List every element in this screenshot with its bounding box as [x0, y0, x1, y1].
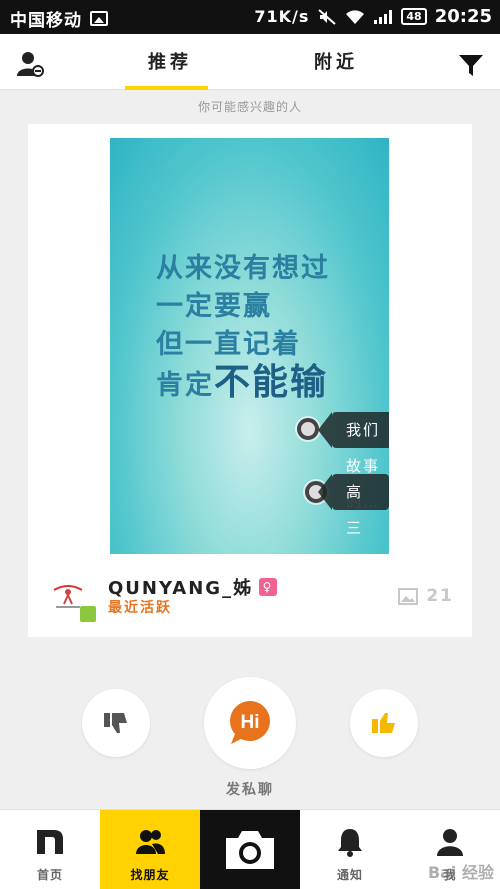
svg-text:Hi: Hi: [241, 712, 260, 733]
photo-tag[interactable]: 我们故事的…: [318, 412, 389, 511]
clock: 20:25: [434, 6, 492, 27]
quote-line: 一定要赢: [156, 291, 272, 322]
dislike-button[interactable]: [82, 689, 150, 757]
tag-marker: [297, 418, 319, 440]
profile-card[interactable]: 从来没有想过 一定要赢 但一直记着 肯定不能输 我们故事的… 高三党 QUNYA…: [28, 124, 472, 637]
quote-line: 肯定不能输: [156, 362, 329, 403]
female-icon: ♀: [259, 578, 278, 596]
status-badge: [80, 606, 96, 622]
active-tab-indicator: [125, 86, 208, 90]
filter-icon[interactable]: [458, 52, 484, 78]
status-bar: 中国移动 71K/s 48 20:25: [0, 0, 500, 34]
nav-item-label: 找朋友: [130, 868, 170, 882]
bottom-nav: 首页 找朋友 通知 我 Bai 经验: [0, 809, 500, 889]
quote-emphasis: 不能输: [214, 362, 329, 403]
friends-icon: [136, 830, 165, 854]
battery-icon: 48: [401, 8, 427, 25]
network-speed: 71K/s: [254, 7, 310, 26]
nav-item-notifications[interactable]: 通知: [300, 810, 400, 889]
camera-icon: [226, 831, 274, 869]
profile-photo[interactable]: 从来没有想过 一定要赢 但一直记着 肯定不能输 我们故事的… 高三党: [110, 138, 389, 554]
signal-icon: [374, 9, 393, 24]
private-chat-button[interactable]: Hi: [204, 677, 296, 769]
nav-item-home[interactable]: 首页: [0, 810, 100, 889]
carrier-label: 中国移动: [10, 11, 82, 31]
home-icon: [37, 830, 63, 854]
thumbs-up-icon: [372, 713, 395, 733]
tab-recommend[interactable]: 推荐: [148, 48, 192, 74]
photo-tag[interactable]: 高三党: [318, 474, 389, 537]
recommend-hint: 你可能感兴趣的人: [197, 100, 302, 114]
top-nav: 推荐 附近: [0, 34, 500, 90]
image-notification-icon: [90, 11, 108, 26]
nav-item-label: 首页: [36, 868, 63, 882]
like-button[interactable]: [350, 689, 418, 757]
mute-icon: [318, 8, 337, 25]
thumbs-down-icon: [104, 713, 127, 733]
quote-line: 从来没有想过: [156, 253, 330, 284]
activity-status: 最近活跃: [108, 600, 172, 616]
nav-item-camera[interactable]: [200, 810, 300, 889]
tab-nearby[interactable]: 附近: [314, 48, 358, 74]
image-icon: [398, 587, 419, 605]
quote-line: 但一直记着: [156, 329, 301, 360]
private-chat-label: 发私聊: [226, 782, 274, 798]
user-settings-icon[interactable]: [16, 50, 44, 78]
bell-icon: [338, 829, 362, 857]
photo-count-value: 21: [426, 586, 454, 606]
user-icon: [437, 829, 463, 856]
wifi-icon: [346, 9, 365, 24]
photo-count[interactable]: 21: [398, 586, 454, 606]
nav-item-find-friends[interactable]: 找朋友: [100, 810, 200, 889]
hi-chat-icon: Hi: [230, 701, 270, 744]
photo-quote: 从来没有想过 一定要赢 但一直记着 肯定不能输: [156, 250, 330, 405]
watermark: Bai 经验: [427, 863, 494, 882]
nav-item-label: 通知: [336, 868, 363, 882]
